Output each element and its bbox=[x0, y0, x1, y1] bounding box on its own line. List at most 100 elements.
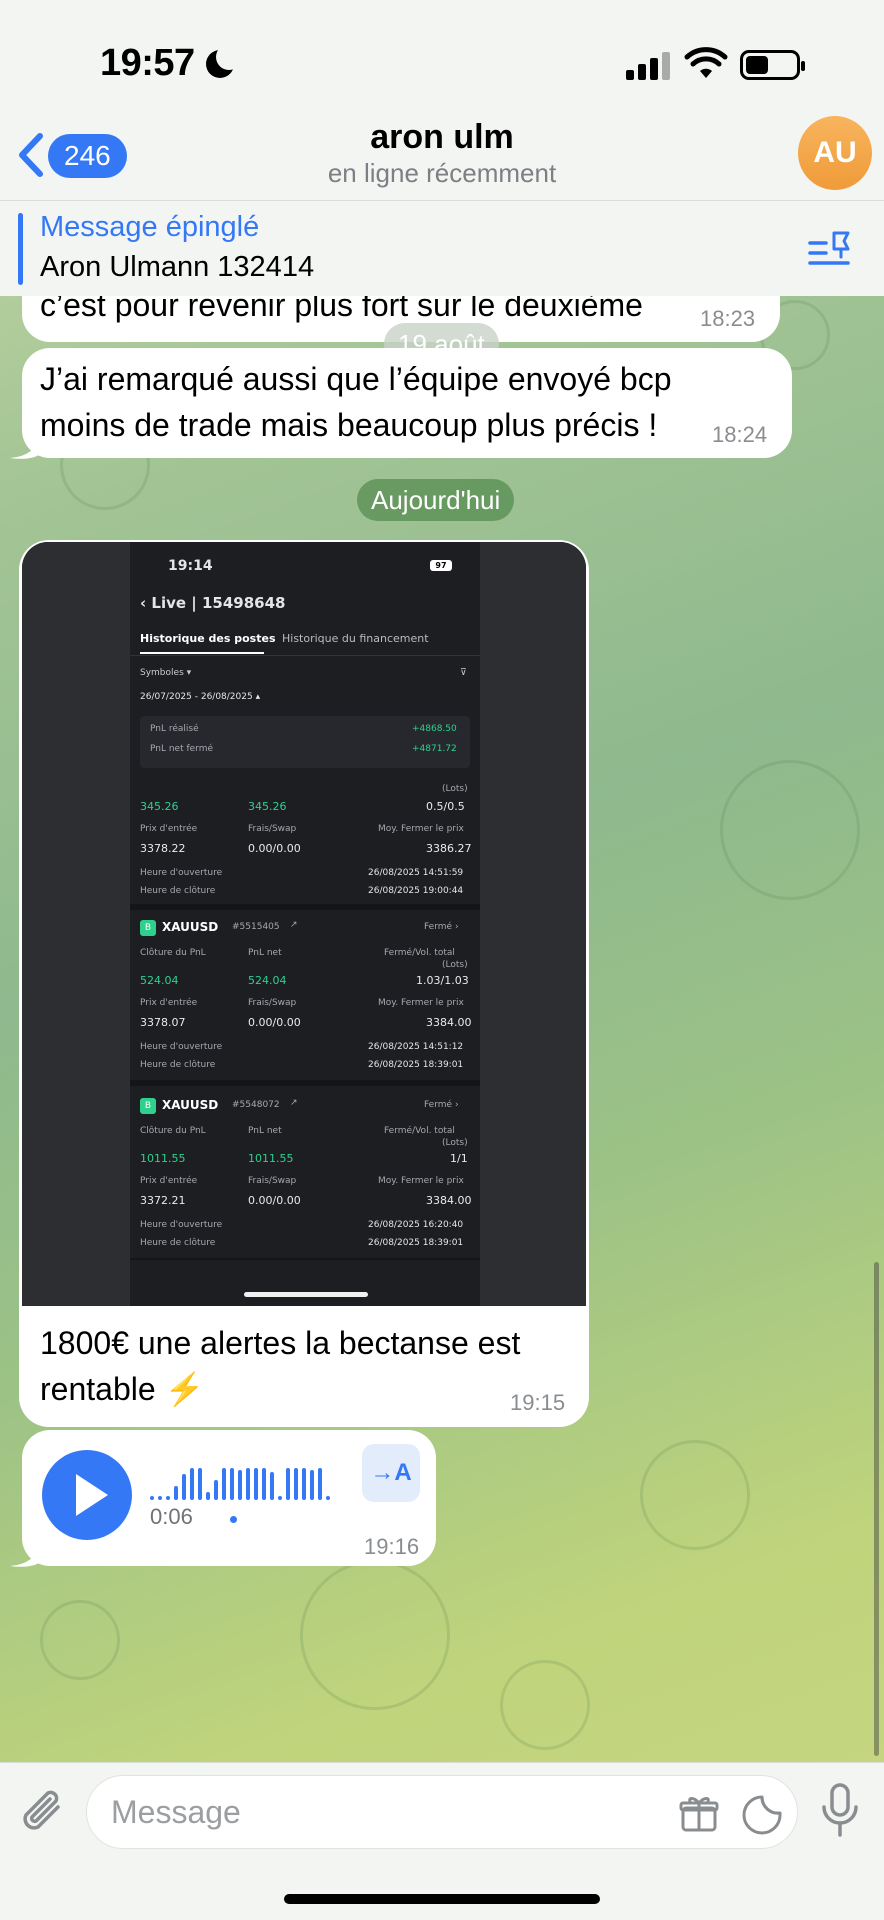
trade-separator bbox=[130, 904, 480, 910]
screenshot-divider bbox=[130, 655, 480, 656]
trade-status-text: Fermé bbox=[424, 922, 453, 932]
trade-chart-icon: ↗ bbox=[290, 920, 298, 930]
screenshot-title: ‹ Live | 15498648 bbox=[140, 594, 286, 612]
trade-vol: 1/1 bbox=[450, 1152, 468, 1165]
trade-chart-icon: ↗ bbox=[290, 1098, 298, 1108]
trade-close-time: 26/08/2025 19:00:44 bbox=[368, 886, 464, 896]
trade-close-label: Heure de clôture bbox=[140, 886, 216, 896]
transcribe-button[interactable]: →A bbox=[362, 1444, 420, 1502]
screenshot-filter: Symboles ▾ bbox=[140, 668, 192, 678]
trade-vol-label: Fermé/Vol. total bbox=[384, 948, 455, 958]
voice-message-bubble[interactable]: 0:06 →A 19:16 bbox=[22, 1430, 436, 1566]
trade-open-label: Heure d'ouverture bbox=[140, 1042, 223, 1052]
microphone-icon[interactable] bbox=[820, 1783, 860, 1839]
screenshot-phone: 19:14 97 ‹ Live | 15498648 Historique de… bbox=[130, 542, 480, 1306]
trade-entry: 3372.21 bbox=[140, 1194, 186, 1207]
message-text: 1800€ une alertes la bectanse est rentab… bbox=[40, 1325, 521, 1407]
trade-entry-label: Prix d'entrée bbox=[140, 824, 198, 834]
chat-header: 246 aron ulm en ligne récemment AU bbox=[0, 110, 884, 202]
photo-caption-bubble[interactable]: 1800€ une alertes la bectanse est rentab… bbox=[22, 1306, 586, 1424]
gift-icon[interactable] bbox=[679, 1794, 719, 1834]
pnl-net-value: +4871.72 bbox=[412, 744, 457, 754]
trade-open-time: 26/08/2025 14:51:12 bbox=[368, 1042, 464, 1052]
buy-tag: B bbox=[140, 920, 156, 936]
screenshot-title-text: Live | 15498648 bbox=[151, 594, 286, 612]
pinned-list-icon[interactable] bbox=[808, 229, 854, 269]
message-text: c’est pour revenir plus fort sur le deux… bbox=[40, 296, 643, 323]
chat-title[interactable]: aron ulm bbox=[0, 118, 884, 157]
play-button[interactable] bbox=[42, 1450, 132, 1540]
trade-pnl-label: Clôture du PnL bbox=[140, 948, 206, 958]
message-bubble[interactable]: J’ai remarqué aussi que l’équipe envoyé … bbox=[22, 348, 792, 458]
message-field[interactable] bbox=[86, 1775, 798, 1849]
battery-icon bbox=[740, 50, 805, 80]
trade-open-label: Heure d'ouverture bbox=[140, 868, 223, 878]
trade-swap: 0.00/0.00 bbox=[248, 1016, 301, 1029]
message-time: 18:24 bbox=[712, 422, 768, 447]
status-time: 19:57 bbox=[100, 42, 195, 84]
trade-close-price: 3386.27 bbox=[426, 842, 472, 855]
trade-swap: 0.00/0.00 bbox=[248, 842, 301, 855]
pnl-realise-label: PnL réalisé bbox=[150, 724, 199, 734]
screenshot-tab-other: Historique du financement bbox=[282, 632, 429, 645]
scroll-indicator[interactable] bbox=[874, 1262, 879, 1756]
trade-pnl-label: Clôture du PnL bbox=[140, 1126, 206, 1136]
trade-open-label: Heure d'ouverture bbox=[140, 1220, 223, 1230]
funnel-icon: ⊽ bbox=[460, 668, 467, 678]
trade-entry-label: Prix d'entrée bbox=[140, 1176, 198, 1186]
screenshot-date-range-text: 26/07/2025 - 26/08/2025 bbox=[140, 692, 253, 702]
trade-lots: (Lots) bbox=[442, 1138, 468, 1148]
blur-right bbox=[480, 542, 586, 1306]
trade-pnl: 345.26 bbox=[140, 800, 179, 813]
trade-open-time: 26/08/2025 14:51:59 bbox=[368, 868, 464, 878]
trade-close-time: 26/08/2025 18:39:01 bbox=[368, 1238, 464, 1248]
message-input[interactable] bbox=[111, 1790, 631, 1834]
voice-waveform[interactable] bbox=[150, 1464, 332, 1500]
trade-close-price-label: Moy. Fermer le prix bbox=[378, 1176, 464, 1186]
buy-tag: B bbox=[140, 1098, 156, 1114]
trade-vol-label: Fermé/Vol. total bbox=[384, 1126, 455, 1136]
trade-close-time: 26/08/2025 18:39:01 bbox=[368, 1060, 464, 1070]
blur-left bbox=[22, 542, 130, 1306]
trade-symbol: XAUUSD bbox=[162, 920, 219, 934]
trade-id: #5515405 bbox=[232, 922, 280, 932]
trade-status: Fermé › bbox=[424, 922, 459, 932]
screenshot-tab-underline bbox=[140, 652, 264, 654]
trade-close-label: Heure de clôture bbox=[140, 1060, 216, 1070]
trade-close-price: 3384.00 bbox=[426, 1016, 472, 1029]
message-time: 19:15 bbox=[510, 1390, 566, 1415]
home-indicator bbox=[284, 1894, 600, 1904]
trade-lots: (Lots) bbox=[442, 784, 468, 794]
pinned-title: Message épinglé bbox=[40, 211, 260, 243]
bubble-tail bbox=[10, 430, 40, 459]
message-text: J’ai remarqué aussi que l’équipe envoyé … bbox=[40, 361, 672, 443]
trade-pnl-net: 345.26 bbox=[248, 800, 287, 813]
status-bar: 19:57 bbox=[0, 0, 884, 120]
trade-symbol: XAUUSD bbox=[162, 1098, 219, 1112]
trade-swap-label: Frais/Swap bbox=[248, 998, 297, 1008]
trade-close-price-label: Moy. Fermer le prix bbox=[378, 824, 464, 834]
moon-icon bbox=[206, 44, 242, 78]
trade-vol: 1.03/1.03 bbox=[416, 974, 469, 987]
trade-entry: 3378.22 bbox=[140, 842, 186, 855]
pinned-message-bar[interactable]: Message épinglé Aron Ulmann 132414 bbox=[0, 200, 884, 296]
trade-status: Fermé › bbox=[424, 1100, 459, 1110]
trade-status-text: Fermé bbox=[424, 1100, 453, 1110]
trade-swap: 0.00/0.00 bbox=[248, 1194, 301, 1207]
trade-open-time: 26/08/2025 16:20:40 bbox=[368, 1220, 464, 1230]
sticker-icon[interactable] bbox=[741, 1794, 783, 1836]
date-pill: Aujourd'hui bbox=[357, 479, 515, 521]
trade-swap-label: Frais/Swap bbox=[248, 824, 297, 834]
trade-lots: (Lots) bbox=[442, 960, 468, 970]
signal-icon bbox=[626, 52, 670, 80]
screenshot-filter-label: Symboles bbox=[140, 668, 184, 678]
chat-subtitle: en ligne récemment bbox=[327, 158, 557, 188]
paperclip-icon[interactable] bbox=[20, 1785, 66, 1837]
avatar[interactable]: AU bbox=[798, 116, 872, 190]
voice-duration: 0:06 bbox=[150, 1504, 193, 1529]
screenshot-tab-active: Historique des postes bbox=[140, 632, 276, 645]
pinned-text: Aron Ulmann 132414 bbox=[40, 251, 315, 283]
screenshot-image[interactable]: 19:14 97 ‹ Live | 15498648 Historique de… bbox=[22, 542, 586, 1306]
trade-pnl-net-label: PnL net bbox=[248, 948, 282, 958]
message-time: 19:16 bbox=[364, 1534, 420, 1559]
